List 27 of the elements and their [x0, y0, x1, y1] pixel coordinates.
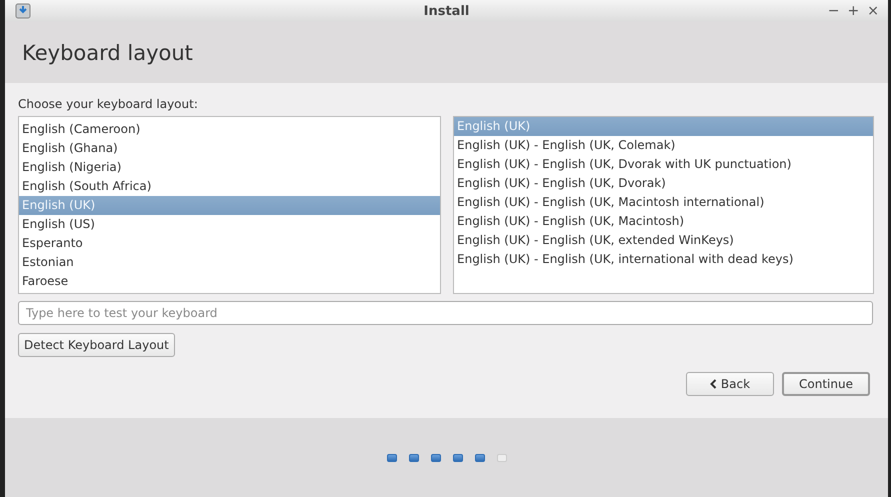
window-control[interactable]: +	[844, 2, 862, 20]
window-control[interactable]: ×	[864, 2, 882, 20]
layout-item[interactable]: Esperanto	[19, 234, 440, 253]
variant-item[interactable]: English (UK) - English (UK, Macintosh)	[454, 212, 873, 231]
window-control[interactable]: −	[824, 2, 843, 20]
layout-item[interactable]: English (South Africa)	[19, 177, 440, 196]
variant-item[interactable]: English (UK) - English (UK, Macintosh international)	[454, 193, 873, 212]
page-title: Keyboard layout	[22, 40, 193, 64]
download-icon	[15, 3, 31, 19]
test-input-field[interactable]: Type here to test your keyboard	[18, 301, 873, 325]
variant-item[interactable]: English (UK) - English (UK, Dvorak)	[454, 174, 873, 193]
variant-item[interactable]: English (UK) - English (UK, Colemak)	[454, 136, 873, 155]
chevron-left-icon	[710, 379, 717, 389]
layout-item[interactable]: Faroese	[19, 272, 440, 291]
variant-item[interactable]: English (UK) - English (UK, Dvorak with UK punctuation)	[454, 155, 873, 174]
layout-item[interactable]: Estonian	[19, 253, 440, 272]
window-title: Install	[424, 4, 470, 18]
variant-item[interactable]: English (UK) - English (UK, international with dead keys)	[454, 250, 873, 269]
layout-item[interactable]: English (Ghana)	[19, 139, 440, 158]
nav-button[interactable]: Back	[686, 372, 774, 396]
layout-item[interactable]: English (Cameroon)	[19, 120, 440, 139]
nav-button[interactable]: Continue	[782, 372, 870, 396]
variant-item[interactable]: English (UK) - English (UK, extended WinKeys)	[454, 231, 873, 250]
detect-button[interactable]: Detect Keyboard Layout	[18, 333, 175, 357]
layout-item[interactable]: English (Nigeria)	[19, 158, 440, 177]
prompt-label: Choose your keyboard layout:	[18, 97, 199, 111]
layout-item[interactable]: English (US)	[19, 215, 440, 234]
